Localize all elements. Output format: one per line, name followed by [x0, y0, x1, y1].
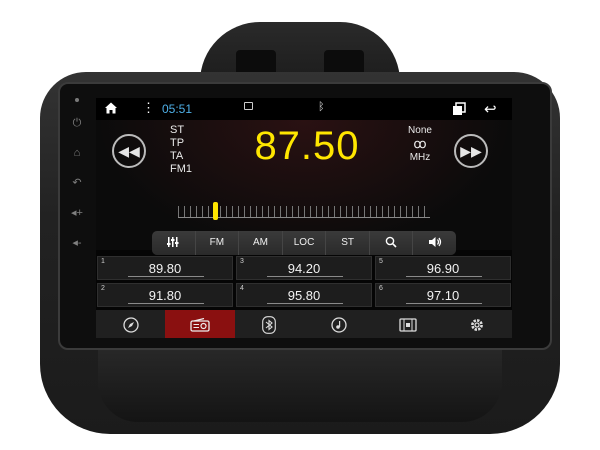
- preset-frequency: 94.20: [287, 261, 321, 276]
- music-icon[interactable]: [304, 310, 373, 338]
- volume-down-hard-icon[interactable]: ◂-: [66, 232, 88, 254]
- preset-frequency: 89.80: [148, 261, 182, 276]
- navigation-icon[interactable]: [96, 310, 165, 338]
- preset-2[interactable]: 2 91.80: [97, 283, 233, 307]
- menu-icon[interactable]: ⋮: [142, 100, 155, 116]
- preset-frequency: 96.90: [426, 261, 460, 276]
- preset-5[interactable]: 5 96.90: [375, 256, 511, 280]
- fm-button[interactable]: FM: [196, 231, 240, 255]
- preset-frequency: 91.80: [148, 288, 182, 303]
- am-button[interactable]: AM: [239, 231, 283, 255]
- search-icon[interactable]: [370, 231, 414, 255]
- preset-3[interactable]: 3 94.20: [236, 256, 372, 280]
- bottom-dock: [96, 310, 512, 338]
- preset-underline: [128, 303, 204, 304]
- tuning-needle[interactable]: [213, 202, 219, 220]
- bluetooth-icon[interactable]: [235, 310, 304, 338]
- home-icon[interactable]: [104, 101, 118, 115]
- preset-grid: 1 89.80 3 94.20 5 96.90 2 91.80 4 95.80 …: [96, 256, 512, 308]
- preset-frequency: 97.10: [426, 288, 460, 303]
- side-buttons: ⏻ ⌂ ↶ ◂+ ◂-: [66, 94, 88, 262]
- back-icon[interactable]: ↩: [484, 100, 497, 118]
- recent-apps-icon[interactable]: [452, 102, 466, 116]
- rds-info: None ꝏ MHz: [402, 124, 438, 164]
- radio-toolbar: FM AM LOC ST: [152, 231, 456, 255]
- preset-underline: [406, 276, 482, 277]
- flag-st: ST: [170, 124, 185, 136]
- bluetooth-icon: ᛒ: [318, 101, 325, 113]
- volume-icon[interactable]: [413, 231, 456, 255]
- equalizer-icon[interactable]: [152, 231, 196, 255]
- loc-button[interactable]: LOC: [283, 231, 327, 255]
- preset-6[interactable]: 6 97.10: [375, 283, 511, 307]
- preset-frequency: 95.80: [287, 288, 321, 303]
- tuning-scale[interactable]: [178, 200, 430, 220]
- settings-icon[interactable]: [443, 310, 512, 338]
- radio-icon[interactable]: [165, 310, 235, 338]
- preset-underline: [267, 276, 343, 277]
- status-time: 05:51: [162, 102, 193, 116]
- flag-tp: TP: [170, 137, 185, 149]
- status-bar: ⋮ 05:51 ᛒ ↩: [96, 98, 512, 120]
- volume-up-hard-icon[interactable]: ◂+: [66, 202, 88, 224]
- screen: ⋮ 05:51 ᛒ ↩ ◀◀ ST TP TA FM1 87.50 None ꝏ: [96, 98, 512, 338]
- back-hard-icon[interactable]: ↶: [66, 172, 88, 194]
- seek-forward-button[interactable]: ▶▶: [454, 134, 488, 168]
- preset-4[interactable]: 4 95.80: [236, 283, 372, 307]
- seek-back-button[interactable]: ◀◀: [112, 134, 146, 168]
- preset-1[interactable]: 1 89.80: [97, 256, 233, 280]
- radio-display: ◀◀ ST TP TA FM1 87.50 None ꝏ MHz ▶▶ FM A…: [96, 120, 512, 255]
- st-button[interactable]: ST: [326, 231, 370, 255]
- radio-flags: ST TP TA FM1: [170, 124, 192, 176]
- home-hard-icon[interactable]: ⌂: [66, 142, 88, 164]
- unit-label: MHz: [409, 152, 431, 163]
- image-icon: [244, 102, 253, 110]
- stereo-icon: ꝏ: [413, 136, 427, 151]
- frequency-display: 87.50: [254, 124, 360, 168]
- preset-underline: [267, 303, 343, 304]
- preset-underline: [128, 276, 204, 277]
- flag-band: FM1: [170, 163, 192, 175]
- video-icon[interactable]: [373, 310, 442, 338]
- head-unit-frame: ⏻ ⌂ ↶ ◂+ ◂- ⋮ 05:51 ᛒ ↩ ◀◀ ST TP TA FM1 …: [58, 82, 552, 350]
- preset-underline: [406, 303, 482, 304]
- mic-hole: [75, 98, 79, 102]
- flag-ta: TA: [170, 150, 184, 162]
- power-icon[interactable]: ⏻: [66, 112, 88, 134]
- dashboard-chin: [98, 342, 502, 422]
